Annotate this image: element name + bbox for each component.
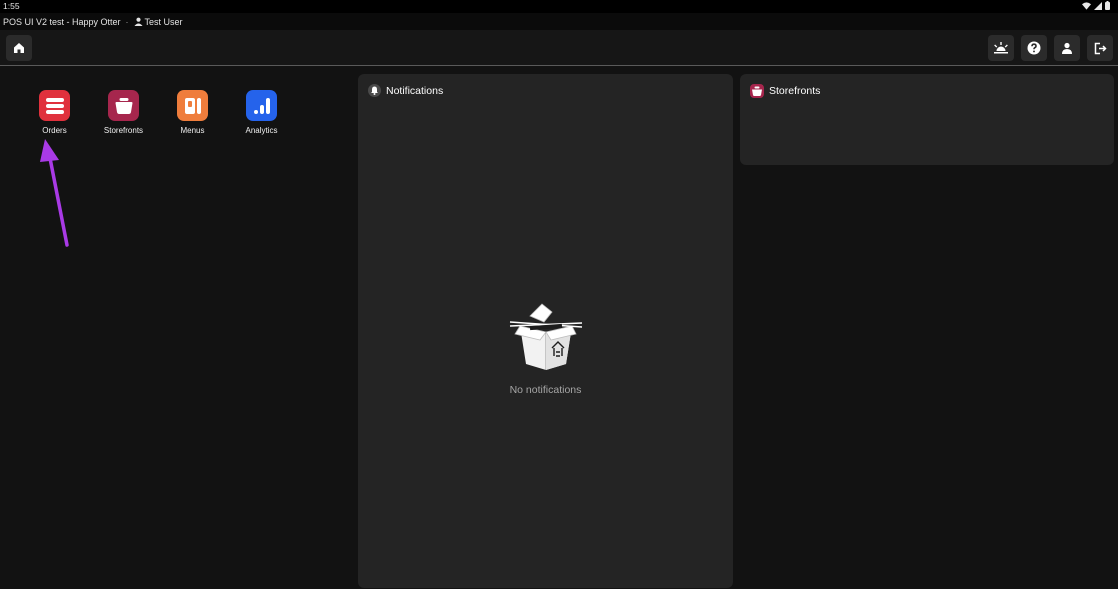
current-user: Test User [133, 16, 183, 27]
notifications-panel: Notifications No notifications [358, 74, 733, 588]
analytics-tile[interactable] [246, 90, 277, 121]
wifi-icon [1082, 1, 1091, 10]
storefronts-panel: Storefronts [740, 74, 1114, 165]
system-icons [1082, 1, 1110, 10]
pos-screen: 1:55 POS UI V2 test - Happy Otter · Test… [0, 0, 1118, 589]
logout-button[interactable] [1087, 35, 1113, 61]
analytics-icon [253, 97, 270, 114]
app-label: Storefronts [103, 126, 144, 135]
user-icon [133, 17, 143, 26]
orders-icon [45, 97, 64, 114]
storefronts-header: Storefronts [750, 84, 820, 98]
app-label: Orders [42, 126, 67, 135]
app-launcher: Orders Storefronts Menus Analytics [20, 90, 296, 135]
app-orders[interactable]: Orders [20, 90, 89, 135]
home-icon [14, 43, 24, 53]
app-storefronts[interactable]: Storefronts [89, 90, 158, 135]
battery-icon [1105, 1, 1110, 10]
storefronts-icon [750, 84, 764, 98]
help-button[interactable] [1021, 35, 1047, 61]
menus-icon [184, 97, 201, 114]
menus-tile[interactable] [177, 90, 208, 121]
title-separator: · [125, 16, 129, 27]
account-button[interactable] [1054, 35, 1080, 61]
status-bar: 1:55 [0, 0, 1118, 13]
bell-icon [368, 84, 381, 97]
signal-icon [1094, 1, 1102, 10]
help-icon [1027, 41, 1041, 55]
storefronts-icon [115, 97, 132, 114]
status-time: 1:55 [3, 1, 20, 11]
app-label: Menus [180, 126, 205, 135]
sunrise-icon [994, 42, 1008, 54]
app-label: Analytics [245, 126, 278, 135]
takeout-box-icon [509, 303, 583, 370]
logout-icon [1094, 42, 1107, 54]
home-button[interactable] [6, 35, 32, 61]
account-icon [1062, 42, 1072, 54]
sunrise-button[interactable] [988, 35, 1014, 61]
notifications-header: Notifications [368, 84, 443, 97]
empty-notifications-text: No notifications [509, 384, 582, 396]
notifications-title: Notifications [386, 84, 444, 97]
top-toolbar [0, 30, 1118, 66]
app-title: POS UI V2 test - Happy Otter [3, 16, 121, 27]
storefronts-tile[interactable] [108, 90, 139, 121]
app-analytics[interactable]: Analytics [227, 90, 296, 135]
user-name: Test User [144, 16, 183, 27]
app-title-bar: POS UI V2 test - Happy Otter · Test User [0, 13, 1118, 30]
annotation-arrow [40, 139, 69, 247]
storefronts-title: Storefronts [769, 85, 821, 97]
app-menus[interactable]: Menus [158, 90, 227, 135]
orders-tile[interactable] [39, 90, 70, 121]
